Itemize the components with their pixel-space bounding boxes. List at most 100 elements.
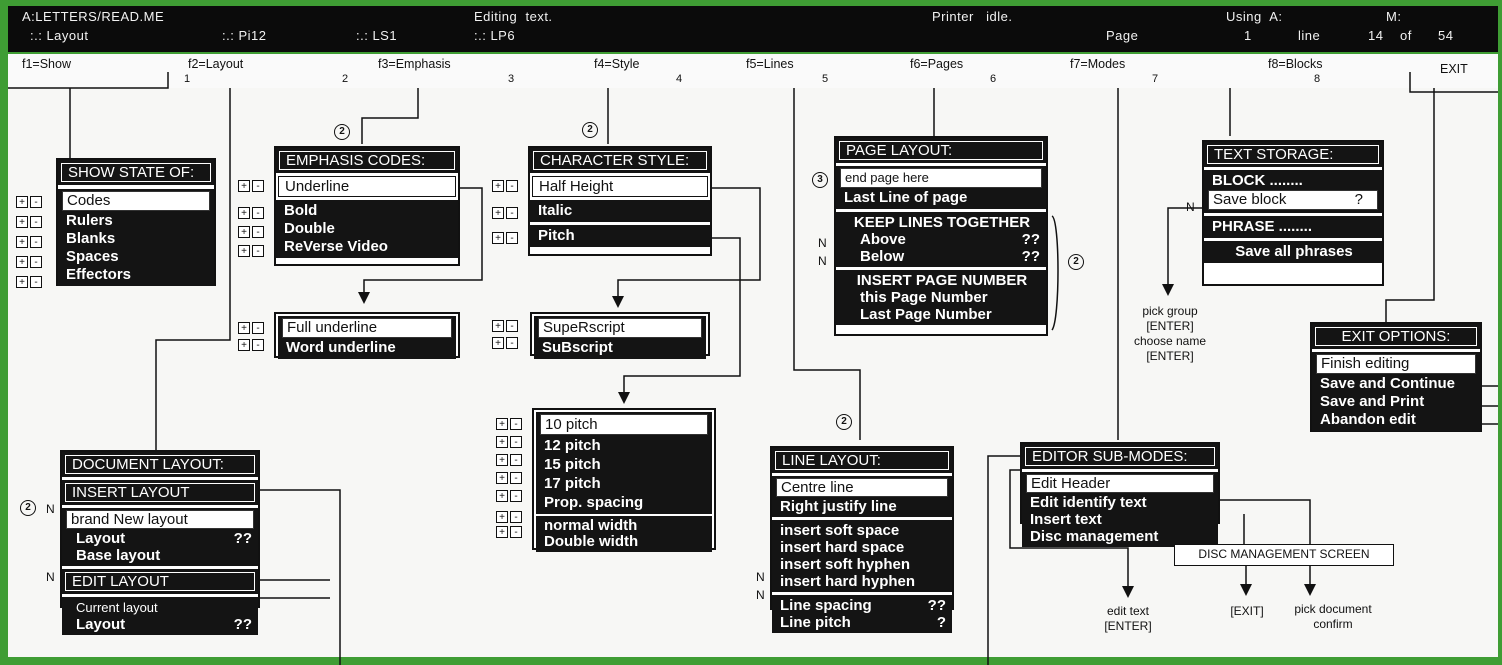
editor-submodes-menu: EDITOR SUB-MODES: Edit Header Edit ident… (1020, 442, 1220, 547)
save-block-item[interactable]: Save block? (1208, 190, 1378, 210)
insert-hard-hyphen-item[interactable]: insert hard hyphen (780, 573, 946, 590)
pick-document-note: pick document confirm (1294, 602, 1372, 631)
circled-number: 2 (582, 122, 598, 138)
show-state-menu: SHOW STATE OF: Codes Rulers Blanks Space… (56, 158, 216, 286)
circled-number: 2 (334, 124, 350, 140)
insert-soft-hyphen-item[interactable]: insert soft hyphen (780, 556, 946, 573)
insert-layout-title: INSERT LAYOUT (62, 480, 258, 505)
character-style-title: CHARACTER STYLE: (530, 148, 710, 173)
page-layout-title: PAGE LAYOUT: (836, 138, 1046, 163)
save-print-item[interactable]: Save and Print (1320, 393, 1474, 411)
line-layout-title: LINE LAYOUT: (772, 448, 952, 473)
disc-management-screen: DISC MANAGEMENT SCREEN (1174, 544, 1394, 566)
save-all-phrases-item[interactable]: Save all phrases (1204, 241, 1382, 263)
editor-submodes-title: EDITOR SUB-MODES: (1022, 444, 1218, 469)
insert-hard-space-item[interactable]: insert hard space (780, 539, 946, 556)
underline-item[interactable]: Underline (278, 176, 456, 197)
word-underline-item[interactable]: Word underline (286, 339, 450, 357)
n-mark: N (818, 254, 827, 268)
page-layout-menu: PAGE LAYOUT: end page here Last Line of … (834, 136, 1048, 336)
n-mark: N (756, 588, 765, 602)
pitch-15-item[interactable]: 15 pitch (544, 455, 706, 474)
style-toggle-group[interactable]: + - + - + - (492, 180, 520, 245)
circled-number: 2 (20, 500, 36, 516)
n-mark: N (756, 570, 765, 584)
underline-toggle-group[interactable]: + - + - (238, 322, 266, 352)
normal-width-item[interactable]: normal width (544, 518, 706, 534)
text-storage-title: TEXT STORAGE: (1204, 142, 1382, 167)
end-page-here-item[interactable]: end page here (840, 168, 1042, 188)
pitch-10-item[interactable]: 10 pitch (540, 414, 708, 435)
emphasis-toggle-group[interactable]: + - + - + - + - (238, 180, 266, 258)
half-height-item[interactable]: Half Height (532, 176, 708, 197)
text-storage-menu: TEXT STORAGE: BLOCK ........ Save block?… (1202, 140, 1384, 286)
base-layout-item[interactable]: Base layout (70, 547, 252, 564)
double-width-item[interactable]: Double width (544, 534, 706, 550)
superscript-item[interactable]: SupeRscript (538, 318, 702, 338)
emphasis-codes-menu: EMPHASIS CODES: Underline Bold Double Re… (274, 146, 460, 266)
show-spaces-item[interactable]: Spaces (66, 248, 208, 266)
brand-new-layout-item[interactable]: brand New layout (66, 510, 254, 529)
exit-options-menu: EXIT OPTIONS: Finish editing Save and Co… (1310, 322, 1482, 432)
circled-number: 2 (1068, 254, 1084, 270)
show-toggle-group[interactable]: + - + - + - + - + - (16, 196, 44, 289)
phrase-item[interactable]: PHRASE ........ (1204, 216, 1382, 238)
last-line-of-page-item[interactable]: Last Line of page (844, 189, 1040, 207)
exit-note: [EXIT] (1230, 604, 1264, 618)
edit-layout-title: EDIT LAYOUT (62, 569, 258, 594)
show-rulers-item[interactable]: Rulers (66, 212, 208, 230)
pitch-17-item[interactable]: 17 pitch (544, 474, 706, 493)
emphasis-title: EMPHASIS CODES: (276, 148, 458, 173)
insert-soft-space-item[interactable]: insert soft space (780, 522, 946, 539)
line-layout-menu: LINE LAYOUT: Centre line Right justify l… (770, 446, 954, 633)
centre-line-item[interactable]: Centre line (776, 478, 948, 497)
disc-management-item[interactable]: Disc management (1030, 528, 1212, 545)
layout-item[interactable]: Layout?? (70, 530, 252, 547)
prop-spacing-item[interactable]: Prop. spacing (544, 493, 706, 512)
current-layout-item[interactable]: Current layout (70, 599, 252, 616)
edit-header-item[interactable]: Edit Header (1026, 474, 1214, 493)
italic-item[interactable]: Italic (530, 200, 710, 222)
finish-editing-item[interactable]: Finish editing (1316, 354, 1476, 374)
show-state-title: SHOW STATE OF: (58, 160, 214, 185)
pitch-item[interactable]: Pitch (530, 225, 710, 247)
double-item[interactable]: Double (284, 220, 452, 238)
reverse-video-item[interactable]: ReVerse Video (284, 238, 452, 256)
script-toggle-group[interactable]: + - + - (492, 320, 520, 350)
pitch-12-item[interactable]: 12 pitch (544, 436, 706, 455)
show-codes-item[interactable]: Codes (62, 191, 210, 211)
character-style-menu: CHARACTER STYLE: Half Height Italic Pitc… (528, 146, 712, 256)
last-page-number-item[interactable]: Last Page Number (844, 306, 1040, 323)
keep-below-item[interactable]: Below?? (844, 248, 1040, 265)
line-pitch-item[interactable]: Line pitch? (780, 614, 946, 631)
script-submenu: SupeRscript SuBscript (530, 312, 710, 359)
pick-group-note: pick group [ENTER] choose name [ENTER] (1133, 304, 1207, 363)
full-underline-item[interactable]: Full underline (282, 318, 452, 338)
this-page-number-item[interactable]: this Page Number (844, 289, 1040, 306)
bold-item[interactable]: Bold (284, 202, 452, 220)
keep-lines-title: KEEP LINES TOGETHER (853, 214, 1031, 231)
n-mark: N (46, 570, 55, 584)
edit-identify-text-item[interactable]: Edit identify text (1030, 494, 1212, 511)
show-blanks-item[interactable]: Blanks (66, 230, 208, 248)
insert-page-number-title: INSERT PAGE NUMBER (856, 272, 1028, 289)
line-spacing-item[interactable]: Line spacing?? (780, 597, 946, 614)
pitch-toggle-group[interactable]: + - + - + - + - + - + - + - (496, 418, 524, 539)
n-mark: N (818, 236, 827, 250)
exit-options-title: EXIT OPTIONS: (1312, 324, 1480, 349)
n-mark: N (46, 502, 55, 516)
circled-number: 2 (836, 414, 852, 430)
underline-submenu: Full underline Word underline (274, 312, 460, 359)
subscript-item[interactable]: SuBscript (542, 339, 700, 357)
block-item[interactable]: BLOCK ........ (1212, 172, 1376, 190)
pitch-submenu: 10 pitch 12 pitch 15 pitch 17 pitch Prop… (532, 408, 716, 552)
document-layout-menu: DOCUMENT LAYOUT: INSERT LAYOUT brand New… (60, 450, 260, 635)
document-layout-title: DOCUMENT LAYOUT: (62, 452, 258, 477)
edit-layout-item[interactable]: Layout?? (70, 616, 252, 633)
keep-above-item[interactable]: Above?? (844, 231, 1040, 248)
right-justify-item[interactable]: Right justify line (780, 498, 946, 515)
insert-text-item[interactable]: Insert text (1030, 511, 1212, 528)
save-continue-item[interactable]: Save and Continue (1320, 375, 1474, 393)
show-effectors-item[interactable]: Effectors (66, 266, 208, 284)
abandon-edit-item[interactable]: Abandon edit (1320, 411, 1474, 429)
